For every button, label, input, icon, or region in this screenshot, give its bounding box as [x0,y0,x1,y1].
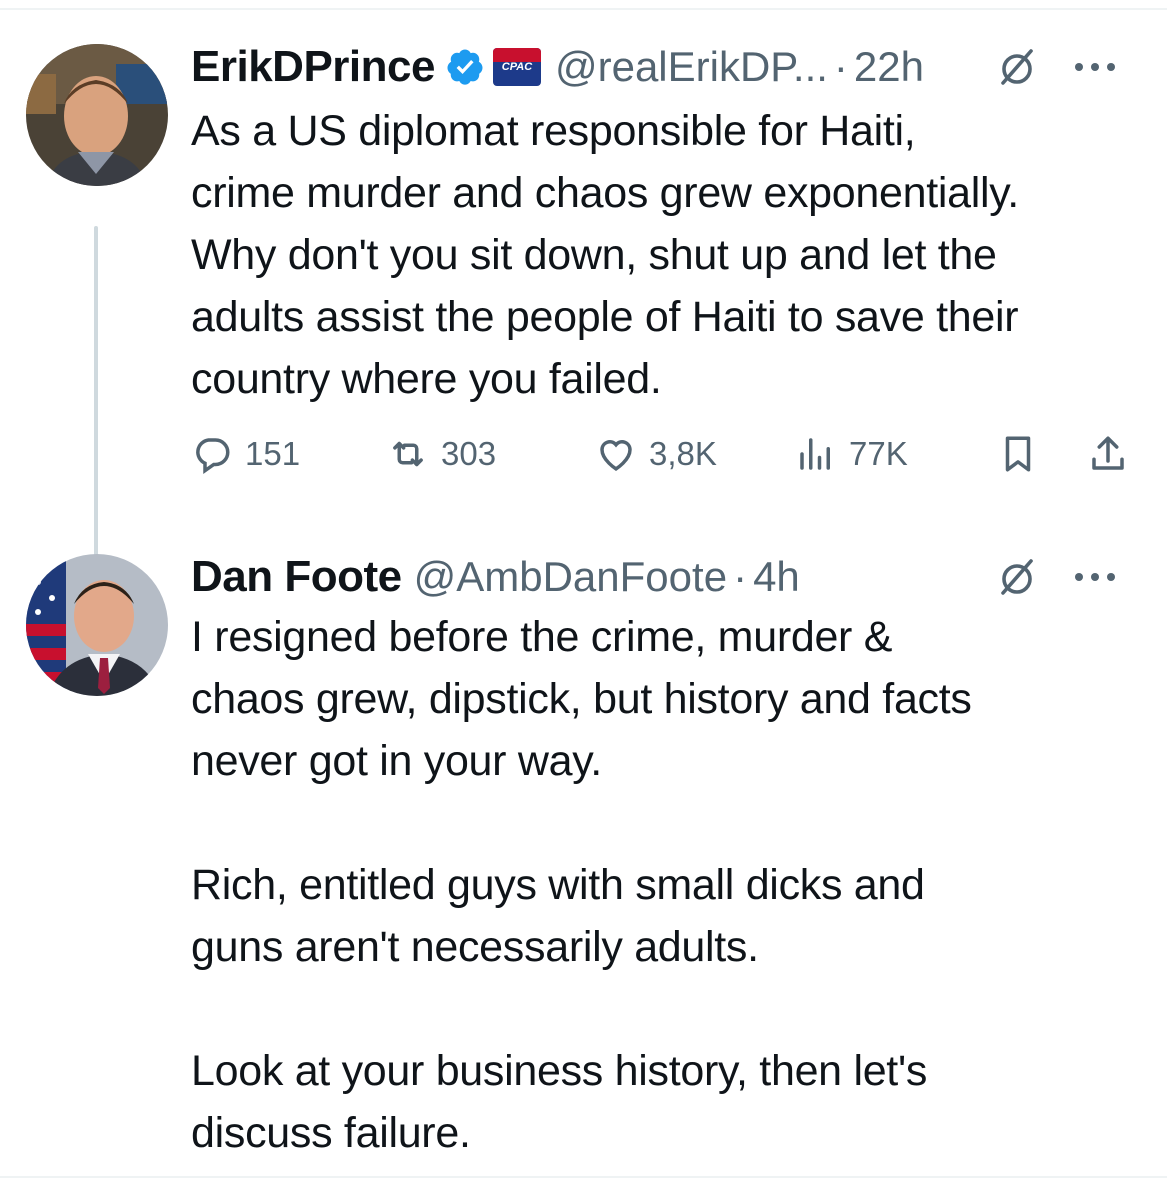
header-icons [995,40,1115,94]
separator-dot: · [833,43,848,90]
repost-button[interactable]: 303 [387,426,496,482]
author-handle[interactable]: @realErikDP... [555,43,828,91]
tweet-header: Dan Foote @AmbDanFoote · 4h [191,550,1141,604]
bookmark-button[interactable] [997,426,1039,482]
like-button[interactable]: 3,8K [595,426,717,482]
avatar-erikdprince[interactable] [26,44,168,186]
badge-stripe [492,48,541,62]
avatar-danfoote[interactable] [26,554,168,696]
author-name[interactable]: Dan Foote [191,552,402,602]
grok-icon[interactable] [995,45,1039,89]
more-icon[interactable] [1075,61,1115,73]
tweet-text: As a US diplomat responsible for Haiti, … [191,107,1019,403]
repost-count: 303 [441,435,497,472]
author-name[interactable]: ErikDPrince [191,42,435,92]
affiliate-badge[interactable]: CPAC [492,48,541,86]
author-handle[interactable]: @AmbDanFoote [414,553,727,601]
thread-line [94,226,98,568]
tweet-text: I resigned before the crime, murder & ch… [191,613,972,1157]
bookmark-icon [1005,436,1031,472]
bottom-divider [0,1176,1167,1178]
timestamp[interactable]: 4h [753,553,800,601]
tweet-header: ErikDPrince CPAC @realErikDP... · 22h [191,40,1141,94]
timestamp[interactable]: 22h [854,43,924,91]
affiliate-badge-label: CPAC [501,61,533,73]
verified-badge-icon[interactable] [445,47,485,87]
more-icon[interactable] [1075,571,1115,583]
like-count: 3,8K [649,435,717,472]
share-icon [1092,436,1124,470]
views-icon [800,438,830,470]
separator-dot: · [733,553,748,600]
heart-icon [600,440,632,471]
reply-count: 151 [245,435,301,472]
grok-icon[interactable] [995,555,1039,599]
view-count: 77K [849,435,908,472]
repost-icon [393,441,423,467]
reply-icon [196,438,230,474]
tweet-actions: 151 303 3,8K 77K [191,426,1141,482]
reply-button[interactable]: 151 [191,426,300,482]
top-divider [0,8,1167,10]
share-button[interactable] [1087,426,1129,482]
header-icons [995,550,1115,604]
views-button[interactable]: 77K [795,426,908,482]
